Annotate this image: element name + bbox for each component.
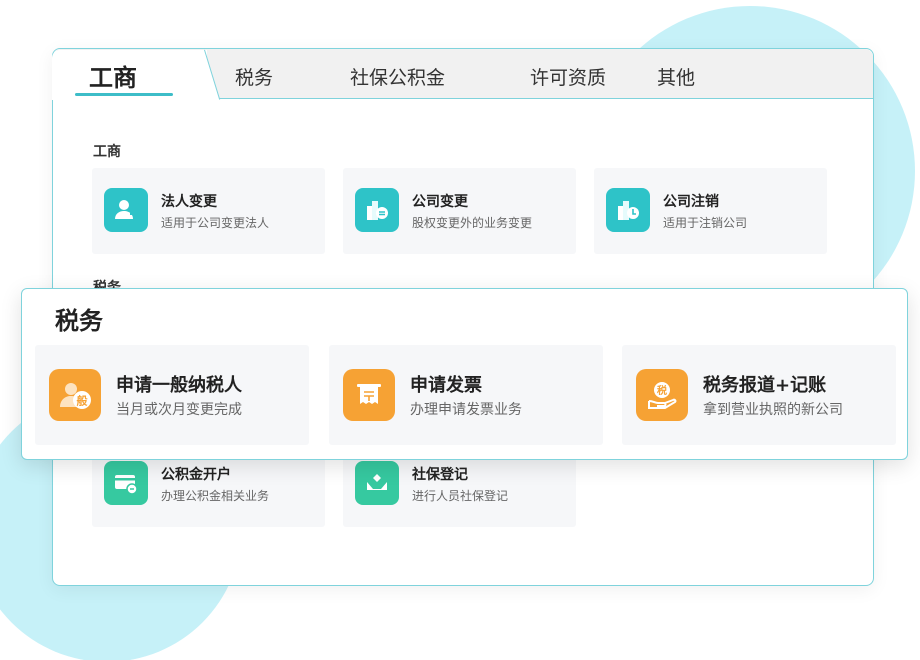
service-desc: 适用于公司变更法人 [161, 216, 270, 230]
building-cancel-icon [606, 188, 650, 232]
tab-shebao-gongjijin[interactable]: 社保公积金 [350, 63, 445, 90]
service-desc: 适用于注销公司 [663, 216, 748, 230]
service-title: 税务报道+记账 [703, 375, 827, 396]
section-title-gongshang: 工商 [93, 144, 121, 160]
building-change-icon [355, 188, 399, 232]
tab-qita[interactable]: 其他 [657, 63, 695, 90]
service-desc: 拿到营业执照的新公司 [703, 402, 843, 418]
badge-text: 税 [657, 384, 667, 397]
badge-text: 般 [77, 394, 88, 408]
tab-xuke-zizhi[interactable]: 许可资质 [530, 63, 606, 90]
tax-report-icon: 税 [636, 369, 688, 421]
service-card-gongsi-zhuxiao[interactable]: 公司注销 适用于注销公司 [594, 168, 827, 254]
active-tab-indicator [75, 93, 173, 96]
tab-gongshang[interactable]: 工商 [89, 58, 137, 93]
service-title: 申请一般纳税人 [116, 375, 242, 396]
tab-bar: 工商 税务 社保公积金 许可资质 其他 [52, 49, 873, 100]
service-title: 法人变更 [161, 194, 217, 210]
service-card-faren-biangeng[interactable]: 法人变更 适用于公司变更法人 [92, 168, 325, 254]
service-card-shuiwu-baodao-jizhang[interactable]: 税 税务报道+记账 拿到营业执照的新公司 [622, 345, 896, 445]
tax-services-popup: 税务 般 申请一般纳税人 当月或次月变更完成 申请发票 办理申请发票业务 税 税… [21, 288, 908, 460]
hands-heart-icon [355, 461, 399, 505]
service-desc: 办理申请发票业务 [410, 402, 522, 418]
popup-title: 税务 [55, 307, 103, 335]
service-card-gongsi-biangeng[interactable]: 公司变更 股权变更外的业务变更 [343, 168, 576, 254]
service-title: 公司注销 [663, 194, 719, 210]
stage: 工商 税务 社保公积金 许可资质 其他 工商 法人变更 适用于公司变更法人 公司… [0, 0, 920, 660]
service-desc: 当月或次月变更完成 [116, 402, 242, 418]
user-change-icon [104, 188, 148, 232]
tab-shuiwu[interactable]: 税务 [235, 63, 273, 90]
general-taxpayer-icon: 般 [49, 369, 101, 421]
service-title: 公司变更 [412, 194, 468, 210]
service-card-shenqing-fapiao[interactable]: 申请发票 办理申请发票业务 [329, 345, 603, 445]
service-card-yiban-nashuiren[interactable]: 般 申请一般纳税人 当月或次月变更完成 [35, 345, 309, 445]
card-icon [104, 461, 148, 505]
service-title: 申请发票 [410, 375, 482, 396]
service-desc: 股权变更外的业务变更 [412, 216, 533, 230]
service-title: 公积金开户 [161, 467, 231, 483]
service-title: 社保登记 [412, 467, 468, 483]
service-desc: 进行人员社保登记 [412, 489, 509, 503]
invoice-icon [343, 369, 395, 421]
service-desc: 办理公积金相关业务 [161, 489, 270, 503]
